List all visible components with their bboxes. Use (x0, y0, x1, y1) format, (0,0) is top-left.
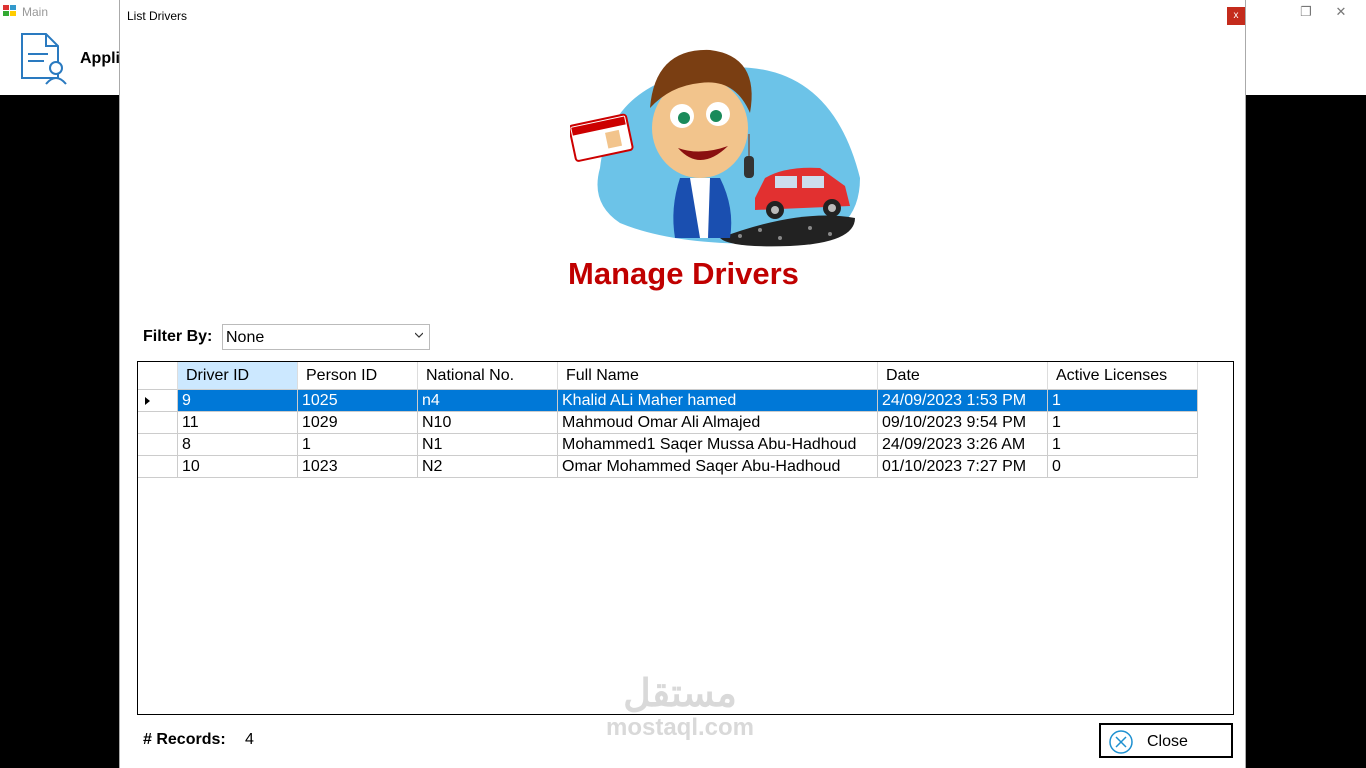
row-header[interactable] (138, 412, 178, 434)
cell-full-name[interactable]: Mahmoud Omar Ali Almajed (558, 412, 878, 434)
close-button[interactable]: Close (1099, 723, 1233, 758)
cell-date[interactable]: 09/10/2023 9:54 PM (878, 412, 1048, 434)
column-header-national-no[interactable]: National No. (418, 362, 558, 390)
watermark: مستقل mostaql.com (590, 674, 770, 742)
watermark-latin: mostaql.com (605, 714, 755, 741)
cell-date[interactable]: 24/09/2023 3:26 AM (878, 434, 1048, 456)
watermark-arabic: مستقل (623, 673, 737, 715)
cell-active-licenses[interactable]: 0 (1048, 456, 1198, 478)
row-header[interactable] (138, 390, 178, 412)
cell-active-licenses[interactable]: 1 (1048, 412, 1198, 434)
row-header-corner (138, 362, 178, 390)
chevron-down-icon (415, 332, 423, 338)
current-row-indicator-icon (145, 397, 150, 405)
table-row[interactable]: 8 1 N1 Mohammed1 Saqer Mussa Abu-Hadhoud 24/… (138, 434, 1198, 456)
cell-full-name[interactable]: Omar Mohammed Saqer Abu-Hadhoud (558, 456, 878, 478)
records-count: 4 (245, 731, 254, 748)
main-close-icon[interactable]: ✕ (1329, 2, 1353, 22)
cell-national-no[interactable]: N1 (418, 434, 558, 456)
cell-person-id[interactable]: 1 (298, 434, 418, 456)
column-header-driver-id[interactable]: Driver ID (178, 362, 298, 390)
table-row[interactable]: 11 1029 N10 Mahmoud Omar Ali Almajed 09/10/2… (138, 412, 1198, 434)
main-window-title: Main (22, 5, 49, 19)
list-drivers-dialog: List Drivers x Manage Drivers Filter By:… (119, 0, 1246, 768)
restore-icon[interactable]: ❐ (1294, 2, 1318, 22)
toolbar-applications-label[interactable]: Appli (80, 50, 120, 68)
filter-selected-value: None (226, 329, 265, 346)
column-header-full-name[interactable]: Full Name (558, 362, 878, 390)
cell-full-name[interactable]: Khalid ALi Maher hamed (558, 390, 878, 412)
cell-date[interactable]: 24/09/2023 1:53 PM (878, 390, 1048, 412)
table-row[interactable]: 10 1023 N2 Omar Mohammed Saqer Abu-Hadhoud 0… (138, 456, 1198, 478)
close-button-label: Close (1147, 733, 1188, 750)
drivers-grid[interactable]: Driver ID Person ID National No. Full Na… (137, 361, 1234, 715)
app-icon (3, 5, 16, 16)
cell-person-id[interactable]: 1023 (298, 456, 418, 478)
cell-active-licenses[interactable]: 1 (1048, 390, 1198, 412)
cell-date[interactable]: 01/10/2023 7:27 PM (878, 456, 1048, 478)
page-title: Manage Drivers (568, 256, 799, 291)
cell-driver-id[interactable]: 9 (178, 390, 298, 412)
driver-illustration (570, 49, 860, 247)
cell-national-no[interactable]: N2 (418, 456, 558, 478)
cell-active-licenses[interactable]: 1 (1048, 434, 1198, 456)
application-document-icon[interactable] (18, 32, 70, 86)
cell-driver-id[interactable]: 11 (178, 412, 298, 434)
close-circle-icon (1109, 730, 1133, 754)
cell-full-name[interactable]: Mohammed1 Saqer Mussa Abu-Hadhoud (558, 434, 878, 456)
dialog-close-icon[interactable]: x (1227, 7, 1245, 25)
filter-label: Filter By: (143, 328, 213, 345)
dialog-title: List Drivers (127, 9, 188, 23)
cell-person-id[interactable]: 1025 (298, 390, 418, 412)
table-row[interactable]: 9 1025 n4 Khalid ALi Maher hamed 24/09/2023 … (138, 390, 1198, 412)
column-header-date[interactable]: Date (878, 362, 1048, 390)
cell-driver-id[interactable]: 8 (178, 434, 298, 456)
records-label: # Records: (143, 731, 226, 748)
filter-by-dropdown[interactable]: None (222, 324, 430, 350)
cell-national-no[interactable]: N10 (418, 412, 558, 434)
column-header-active-licenses[interactable]: Active Licenses (1048, 362, 1198, 390)
cell-driver-id[interactable]: 10 (178, 456, 298, 478)
row-header[interactable] (138, 456, 178, 478)
column-header-person-id[interactable]: Person ID (298, 362, 418, 390)
row-header[interactable] (138, 434, 178, 456)
cell-national-no[interactable]: n4 (418, 390, 558, 412)
cell-person-id[interactable]: 1029 (298, 412, 418, 434)
